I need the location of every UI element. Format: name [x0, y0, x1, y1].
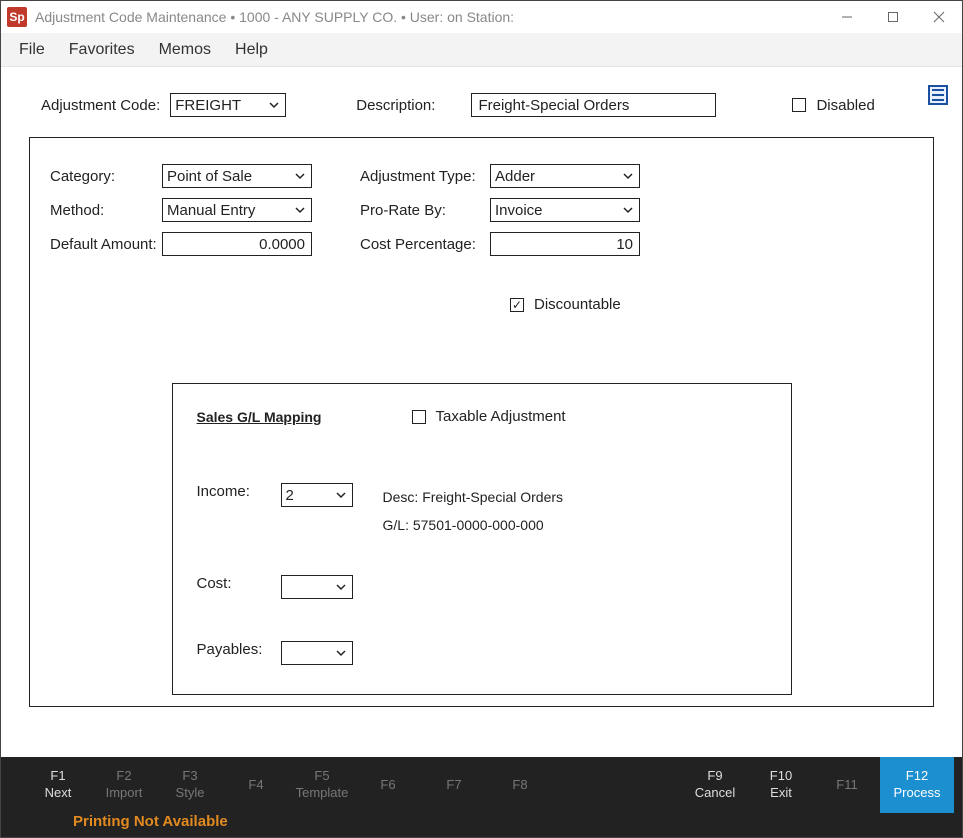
fkey-number: F7 [446, 777, 461, 794]
method-select[interactable]: Manual Entry [162, 198, 312, 222]
fkey-number: F11 [836, 777, 857, 794]
fkey-number: F9 [707, 768, 722, 785]
fkey-action: Next [45, 785, 72, 802]
fkey-f11: F11 [814, 757, 880, 813]
category-select[interactable]: Point of Sale [162, 164, 312, 188]
fkey-f8: F8 [487, 757, 553, 813]
fkey-number: F12 [906, 768, 928, 785]
app-icon: Sp [7, 7, 27, 27]
income-select[interactable]: 2 [281, 483, 353, 507]
adjustment-code-select[interactable]: FREIGHT [170, 93, 286, 117]
cost-select[interactable] [281, 575, 353, 599]
menu-favorites[interactable]: Favorites [69, 41, 135, 59]
payables-label: Payables: [197, 641, 281, 658]
fkey-number: F6 [380, 777, 395, 794]
cost-label: Cost: [197, 575, 281, 592]
method-label: Method: [50, 202, 162, 219]
fkey-f2: F2Import [91, 757, 157, 813]
category-value: Point of Sale [167, 168, 252, 185]
fkey-action: Exit [770, 785, 792, 802]
chevron-down-icon [621, 203, 635, 217]
gl-mapping-panel: Sales G/L Mapping Taxable Adjustment Inc… [172, 383, 792, 695]
titlebar: Sp Adjustment Code Maintenance • 1000 - … [1, 1, 962, 33]
fkey-f4: F4 [223, 757, 289, 813]
fkey-number: F1 [50, 768, 65, 785]
taxable-label: Taxable Adjustment [436, 408, 566, 425]
fkey-f6: F6 [355, 757, 421, 813]
fkey-action: Import [106, 785, 143, 802]
chevron-down-icon [293, 203, 307, 217]
fkey-number: F8 [512, 777, 527, 794]
fkey-number: F5 [314, 768, 329, 785]
header-fields: Adjustment Code: FREIGHT Description: Fr… [1, 67, 962, 125]
fkey-number: F3 [182, 768, 197, 785]
fkey-number: F2 [116, 768, 131, 785]
description-value: Freight-Special Orders [478, 97, 629, 114]
fkey-action: Process [894, 785, 941, 802]
window-title: Adjustment Code Maintenance • 1000 - ANY… [35, 9, 514, 25]
disabled-checkbox[interactable] [792, 98, 806, 112]
footer: F1NextF2ImportF3StyleF4F5TemplateF6F7F8F… [1, 757, 962, 837]
adjustment-code-value: FREIGHT [175, 97, 241, 114]
income-value: 2 [286, 487, 294, 504]
gl-heading: Sales G/L Mapping [197, 409, 322, 425]
cost-percentage-input[interactable]: 10 [490, 232, 640, 256]
income-details: Desc: Freight-Special Orders G/L: 57501-… [383, 483, 564, 539]
fkey-f3: F3Style [157, 757, 223, 813]
income-label: Income: [197, 483, 281, 500]
fkey-action: Style [176, 785, 205, 802]
taxable-wrap[interactable]: Taxable Adjustment [412, 408, 566, 425]
menu-file[interactable]: File [19, 41, 45, 59]
pro-rate-value: Invoice [495, 202, 543, 219]
discountable-label: Discountable [534, 296, 621, 313]
default-amount-value: 0.0000 [259, 236, 305, 253]
method-value: Manual Entry [167, 202, 255, 219]
adjustment-code-label: Adjustment Code: [41, 97, 160, 114]
adjustment-type-label: Adjustment Type: [360, 168, 490, 185]
chevron-down-icon [293, 169, 307, 183]
discountable-checkbox[interactable]: ✓ [510, 298, 524, 312]
pro-rate-select[interactable]: Invoice [490, 198, 640, 222]
fkey-number: F10 [770, 768, 792, 785]
menubar: File Favorites Memos Help [1, 33, 962, 67]
adjustment-type-value: Adder [495, 168, 535, 185]
fkey-f5: F5Template [289, 757, 355, 813]
taxable-checkbox[interactable] [412, 410, 426, 424]
chevron-down-icon [267, 98, 281, 112]
main-panel: Category: Point of Sale Adjustment Type:… [29, 137, 934, 707]
fkey-action: Template [296, 785, 349, 802]
disabled-label: Disabled [816, 97, 874, 114]
description-input[interactable]: Freight-Special Orders [471, 93, 716, 117]
fkey-f1[interactable]: F1Next [25, 757, 91, 813]
chevron-down-icon [621, 169, 635, 183]
chevron-down-icon [334, 646, 348, 660]
menu-help[interactable]: Help [235, 41, 268, 59]
menu-memos[interactable]: Memos [159, 41, 211, 59]
fkey-action: Cancel [695, 785, 735, 802]
cost-percentage-value: 10 [616, 236, 633, 253]
disabled-checkbox-wrap[interactable]: Disabled [792, 97, 874, 114]
menu-icon[interactable] [928, 85, 948, 105]
discountable-wrap[interactable]: ✓ Discountable [510, 296, 913, 313]
cost-percentage-label: Cost Percentage: [360, 236, 490, 253]
maximize-button[interactable] [870, 1, 916, 33]
pro-rate-label: Pro-Rate By: [360, 202, 490, 219]
fkey-f7: F7 [421, 757, 487, 813]
category-label: Category: [50, 168, 162, 185]
fkey-number: F4 [248, 777, 263, 794]
fkey-f10[interactable]: F10Exit [748, 757, 814, 813]
close-button[interactable] [916, 1, 962, 33]
description-label: Description: [356, 97, 435, 114]
payables-select[interactable] [281, 641, 353, 665]
default-amount-label: Default Amount: [50, 236, 162, 253]
status-message: Printing Not Available [1, 813, 962, 830]
default-amount-input[interactable]: 0.0000 [162, 232, 312, 256]
adjustment-type-select[interactable]: Adder [490, 164, 640, 188]
chevron-down-icon [334, 488, 348, 502]
chevron-down-icon [334, 580, 348, 594]
minimize-button[interactable] [824, 1, 870, 33]
fkey-f12[interactable]: F12Process [880, 757, 954, 813]
fkey-f9[interactable]: F9Cancel [682, 757, 748, 813]
